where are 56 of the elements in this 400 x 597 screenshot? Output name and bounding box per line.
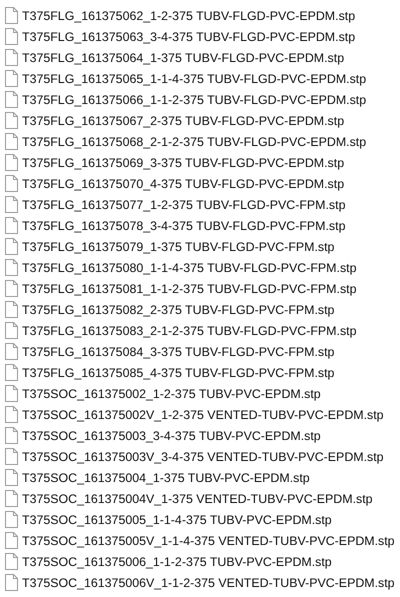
file-icon bbox=[5, 217, 18, 234]
file-item[interactable]: T375SOC_161375004V_1-375 VENTED-TUBV-PVC-EPDM.stp bbox=[5, 488, 373, 509]
file-icon bbox=[5, 574, 18, 591]
file-icon bbox=[5, 322, 18, 339]
file-icon bbox=[5, 112, 18, 129]
file-icon bbox=[5, 301, 18, 318]
file-icon bbox=[5, 280, 18, 297]
file-item[interactable]: T375FLG_161375083_2-1-2-375 TUBV-FLGD-PVC-FPM.stp bbox=[5, 320, 356, 341]
file-item[interactable]: T375FLG_161375070_4-375 TUBV-FLGD-PVC-EPDM.stp bbox=[5, 173, 344, 194]
file-icon bbox=[5, 154, 18, 171]
file-icon bbox=[5, 175, 18, 192]
file-item[interactable]: T375FLG_161375068_2-1-2-375 TUBV-FLGD-PVC-EPDM.stp bbox=[5, 131, 366, 152]
file-icon bbox=[5, 259, 18, 276]
file-icon bbox=[5, 490, 18, 507]
file-item[interactable]: T375SOC_161375005_1-1-4-375 TUBV-PVC-EPDM.stp bbox=[5, 509, 332, 530]
file-item[interactable]: T375SOC_161375003_3-4-375 TUBV-PVC-EPDM.stp bbox=[5, 425, 321, 446]
file-item[interactable]: T375SOC_161375003V_3-4-375 VENTED-TUBV-PVC-EPDM.stp bbox=[5, 446, 384, 467]
file-item[interactable]: T375SOC_161375002V_1-2-375 VENTED-TUBV-PVC-EPDM.stp bbox=[5, 404, 384, 425]
file-icon bbox=[5, 532, 18, 549]
file-item[interactable]: T375SOC_161375006V_1-1-2-375 VENTED-TUBV-PVC-EPDM.stp bbox=[5, 572, 395, 593]
file-icon bbox=[5, 70, 18, 87]
file-item[interactable]: T375FLG_161375066_1-1-2-375 TUBV-FLGD-PVC-EPDM.stp bbox=[5, 89, 366, 110]
file-icon bbox=[5, 28, 18, 45]
file-icon bbox=[5, 133, 18, 150]
file-item[interactable]: T375FLG_161375063_3-4-375 TUBV-FLGD-PVC-EPDM.stp bbox=[5, 26, 356, 47]
file-item[interactable]: T375FLG_161375067_2-375 TUBV-FLGD-PVC-EPDM.stp bbox=[5, 110, 344, 131]
file-icon bbox=[5, 427, 18, 444]
file-item[interactable]: T375FLG_161375082_2-375 TUBV-FLGD-PVC-FPM.stp bbox=[5, 299, 334, 320]
file-icon bbox=[5, 553, 18, 570]
file-item[interactable]: T375FLG_161375064_1-375 TUBV-FLGD-PVC-EPDM.stp bbox=[5, 47, 344, 68]
file-icon bbox=[5, 49, 18, 66]
file-item[interactable]: T375SOC_161375006_1-1-2-375 TUBV-PVC-EPDM.stp bbox=[5, 551, 332, 572]
file-icon bbox=[5, 511, 18, 528]
file-item[interactable]: T375FLG_161375078_3-4-375 TUBV-FLGD-PVC-FPM.stp bbox=[5, 215, 346, 236]
file-icon bbox=[5, 238, 18, 255]
file-item[interactable]: T375FLG_161375085_4-375 TUBV-FLGD-PVC-FPM.stp bbox=[5, 362, 334, 383]
file-icon bbox=[5, 196, 18, 213]
file-icon bbox=[5, 406, 18, 423]
file-icon bbox=[5, 7, 18, 24]
file-icon bbox=[5, 364, 18, 381]
file-item[interactable]: T375FLG_161375081_1-1-2-375 TUBV-FLGD-PVC-FPM.stp bbox=[5, 278, 356, 299]
file-item[interactable]: T375FLG_161375079_1-375 TUBV-FLGD-PVC-FPM.stp bbox=[5, 236, 334, 257]
file-icon bbox=[5, 91, 18, 108]
file-item[interactable]: T375FLG_161375065_1-1-4-375 TUBV-FLGD-PVC-EPDM.stp bbox=[5, 68, 366, 89]
file-item[interactable]: T375FLG_161375084_3-375 TUBV-FLGD-PVC-FPM.stp bbox=[5, 341, 334, 362]
file-icon bbox=[5, 343, 18, 360]
file-icon bbox=[5, 385, 18, 402]
file-item[interactable]: T375FLG_161375077_1-2-375 TUBV-FLGD-PVC-FPM.stp bbox=[5, 194, 346, 215]
file-item[interactable]: T375FLG_161375062_1-2-375 TUBV-FLGD-PVC-EPDM.stp bbox=[5, 5, 356, 26]
file-item[interactable]: T375SOC_161375002_1-2-375 TUBV-PVC-EPDM.stp bbox=[5, 383, 321, 404]
file-item[interactable]: T375SOC_161375005V_1-1-4-375 VENTED-TUBV-PVC-EPDM.stp bbox=[5, 530, 395, 551]
file-icon bbox=[5, 448, 18, 465]
file-item[interactable]: T375FLG_161375080_1-1-4-375 TUBV-FLGD-PVC-FPM.stp bbox=[5, 257, 356, 278]
file-item[interactable]: T375FLG_161375069_3-375 TUBV-FLGD-PVC-EPDM.stp bbox=[5, 152, 344, 173]
file-item[interactable]: T375SOC_161375004_1-375 TUBV-PVC-EPDM.stp bbox=[5, 467, 310, 488]
file-icon bbox=[5, 469, 18, 486]
